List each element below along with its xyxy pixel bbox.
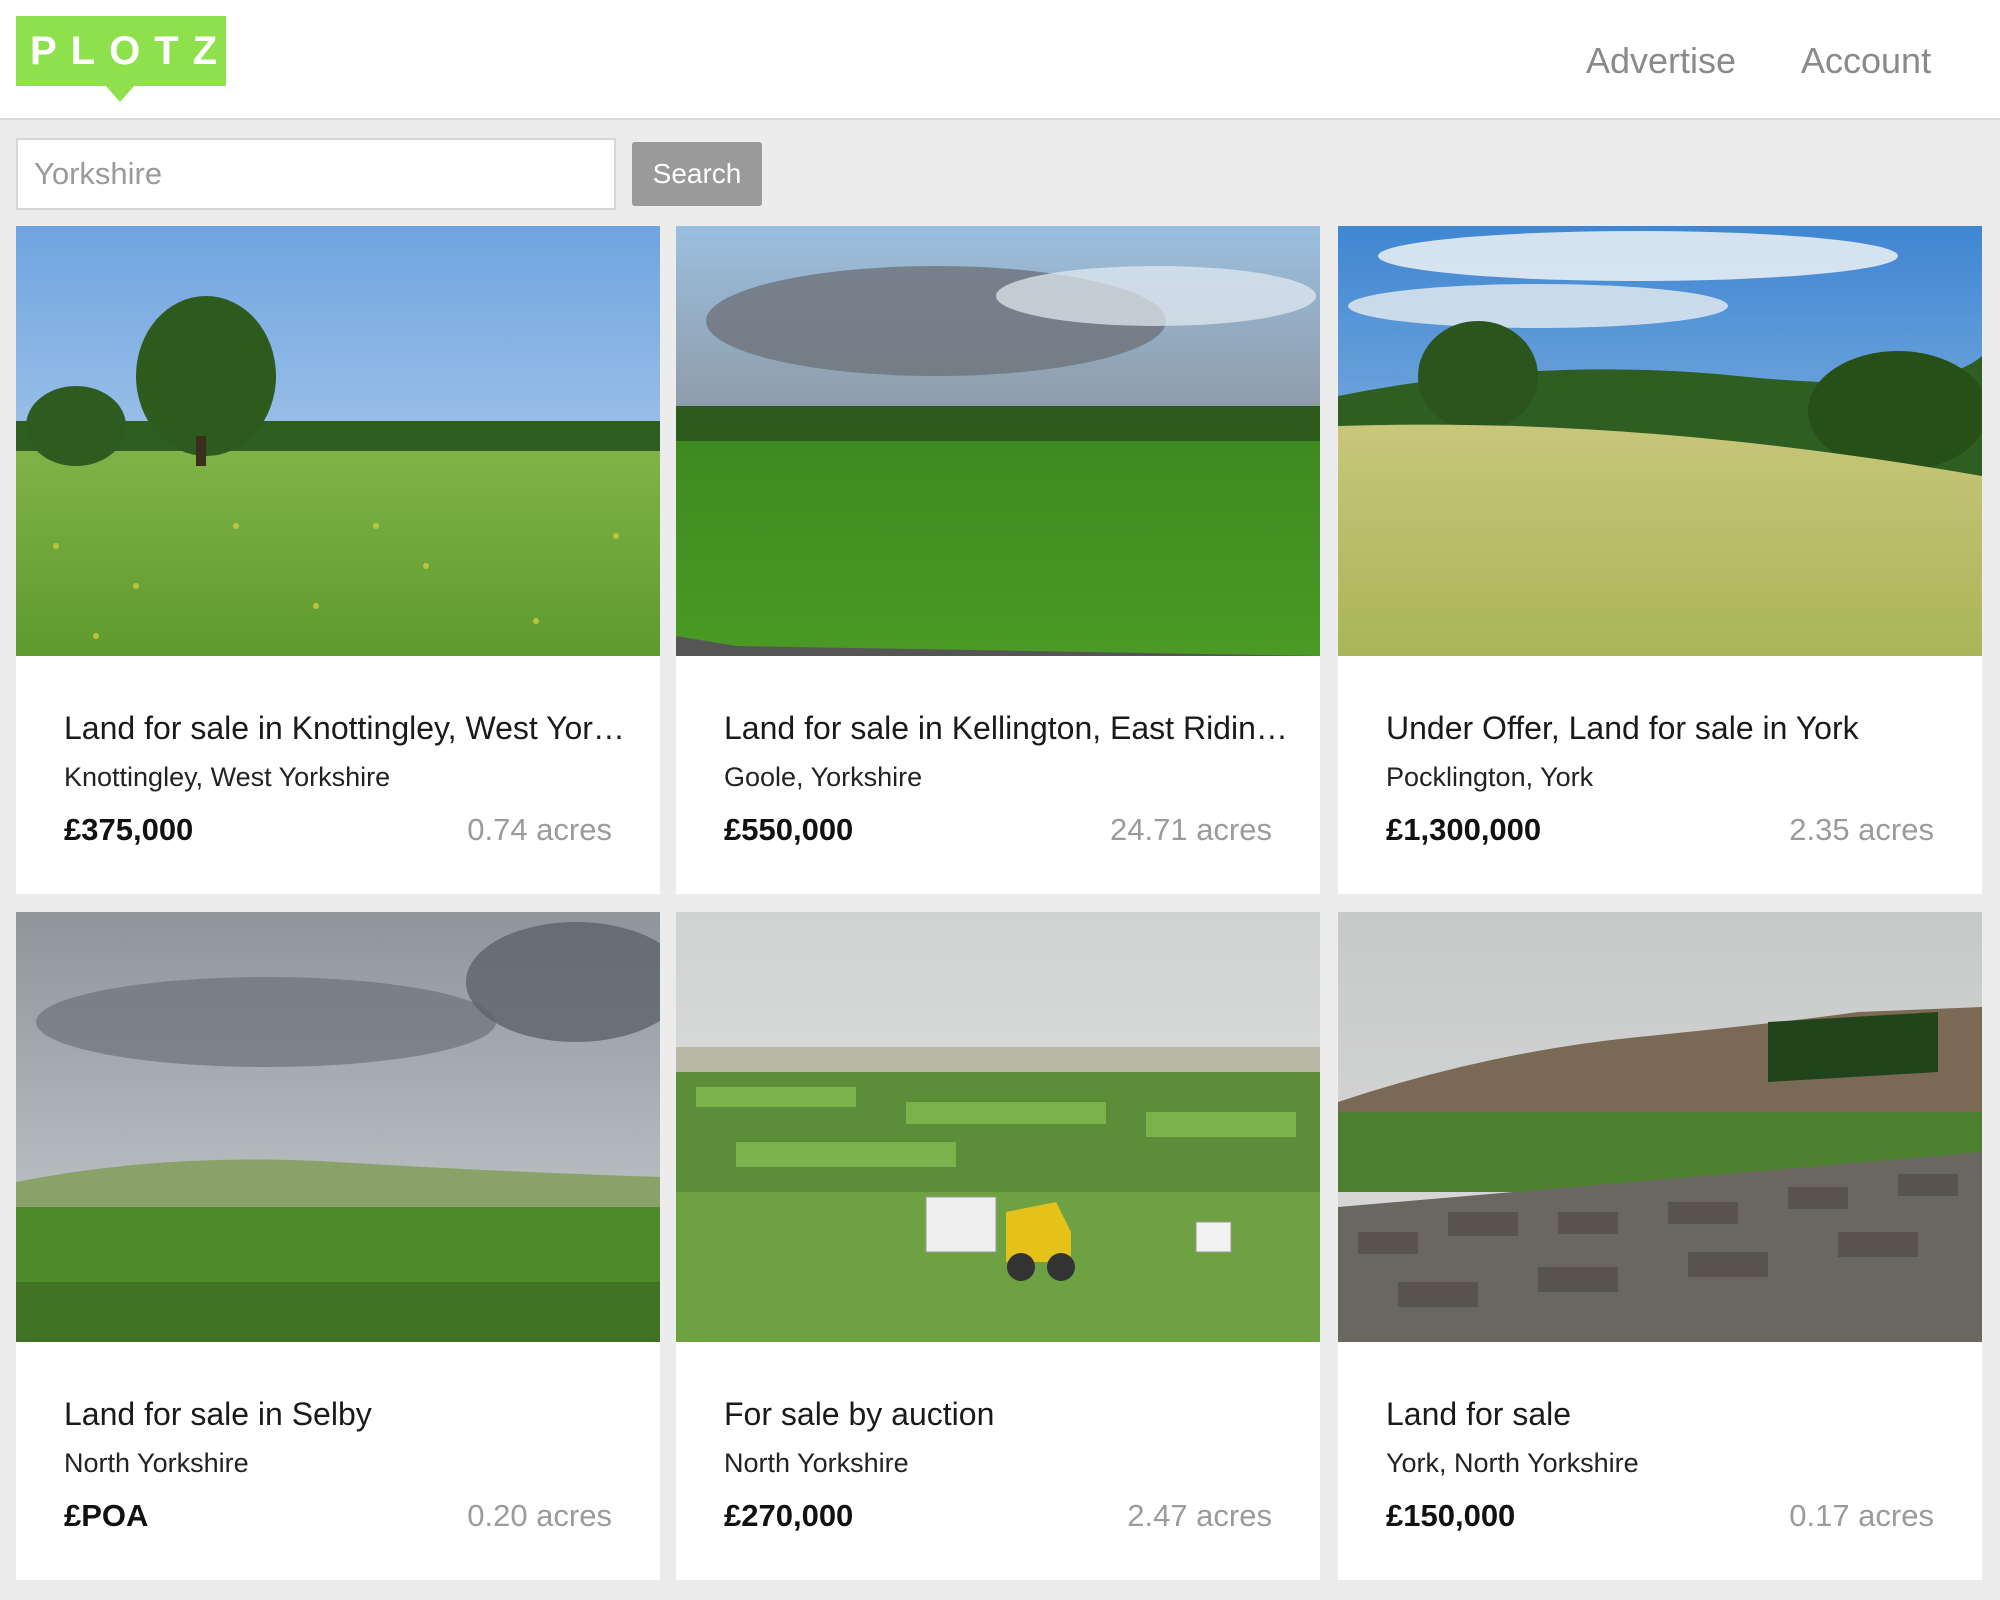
listing-acres: 0.74 acres [467,812,612,847]
listing-photo-meadow[interactable] [16,226,660,656]
listing-price: £150,000 [1386,1498,1516,1533]
listing-photo-farmland-digger[interactable] [676,912,1320,1342]
listing-acres: 0.20 acres [467,1498,612,1533]
listing-price: £270,000 [724,1498,854,1533]
listing-location: North Yorkshire [64,1448,249,1478]
listing-price: £POA [64,1498,149,1533]
listing-card[interactable]: Land for sale in Kellington, East Riding… [676,226,1320,894]
logo-text: PLOTZ [30,29,232,73]
listing-title[interactable]: Under Offer, Land for sale in York [1386,710,1956,747]
listing-location: North Yorkshire [724,1448,909,1478]
listing-photo-stone-wall[interactable] [1338,912,1982,1342]
listing-photo-storm-field[interactable] [676,226,1320,656]
listing-acres: 2.35 acres [1789,812,1934,847]
logo-pointer-icon [106,86,134,102]
listing-acres: 0.17 acres [1789,1498,1934,1533]
listing-title[interactable]: Land for sale in Kellington, East Riding… [724,710,1294,747]
listing-title[interactable]: Land for sale in Selby [64,1396,634,1433]
listing-location: Pocklington, York [1386,762,1594,792]
listing-title[interactable]: Land for sale [1386,1396,1956,1433]
listing-location: Goole, Yorkshire [724,762,923,792]
search-input[interactable] [16,138,616,210]
listing-acres: 2.47 acres [1127,1498,1272,1533]
listing-card[interactable]: Under Offer, Land for sale in York Pockl… [1338,226,1982,894]
listing-price: £550,000 [724,812,854,847]
listing-card[interactable]: Land for sale York, North Yorkshire £150… [1338,912,1982,1580]
listing-location: Knottingley, West Yorkshire [64,762,391,792]
listing-card[interactable]: Land for sale in Selby North Yorkshire £… [16,912,660,1580]
plotz-logo[interactable]: PLOTZ [16,16,226,86]
listing-card[interactable]: For sale by auction North Yorkshire £270… [676,912,1320,1580]
listing-photo-cloudy-moor[interactable] [16,912,660,1342]
listing-photo-dry-pasture[interactable] [1338,226,1982,656]
nav-advertise-link[interactable]: Advertise [1586,40,1736,82]
listing-location: York, North Yorkshire [1386,1448,1639,1478]
search-button[interactable]: Search [632,142,762,206]
listing-acres: 24.71 acres [1110,812,1272,847]
site-header: PLOTZ Advertise Account [0,0,2000,120]
listing-card[interactable]: Land for sale in Knottingley, West Yorks… [16,226,660,894]
listing-title[interactable]: For sale by auction [724,1396,1294,1433]
listing-title[interactable]: Land for sale in Knottingley, West Yorks… [64,710,634,747]
nav-account-link[interactable]: Account [1801,40,1931,82]
listing-price: £1,300,000 [1386,812,1542,847]
listing-price: £375,000 [64,812,194,847]
